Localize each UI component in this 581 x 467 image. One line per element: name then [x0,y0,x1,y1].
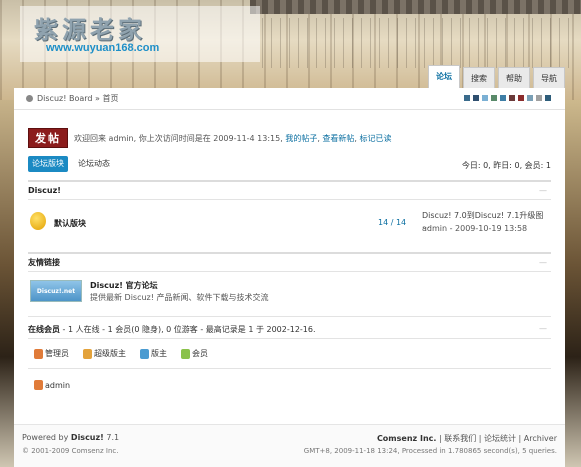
online-user-name[interactable]: admin [45,381,70,390]
moderator-user-icon [140,348,149,359]
site-stats: 今日: 0, 昨日: 0, 会员: 1 [461,161,551,170]
side-decoration-left [0,100,14,467]
main-panel: Discuz! Board » 首页 发帖 欢迎回来 admin, 你上次访问时… [14,88,565,467]
online-user: admin [34,380,70,390]
style-swatch[interactable] [464,95,470,101]
divider [28,316,551,317]
category-title[interactable]: Discuz! [28,186,61,195]
style-swatch[interactable] [491,95,497,101]
friend-link: Discuz!.net Discuz! 官方论坛 提供最新 Discuz! 产品… [28,276,551,306]
my-posts-link[interactable]: 我的帖子 [285,134,317,143]
footer-links: Comsenz Inc. | 联系我们 | 论坛统计 | Archiver [377,433,557,444]
roof-decoration [250,0,581,14]
top-nav: 论坛 搜索 帮助 导航 [428,65,565,89]
link-description: 提供最新 Discuz! 产品新闻、软件下载与技术交流 [90,293,269,302]
online-title[interactable]: 在线会员 [28,325,60,334]
processing-info: GMT+8, 2009-11-18 13:24, Processed in 1.… [303,447,557,455]
style-swatch[interactable] [545,95,551,101]
legend-member: 会员 [181,348,208,359]
breadcrumb[interactable]: Discuz! Board » 首页 [37,93,118,104]
links-header: 友情链接 — [28,252,551,272]
last-post-meta[interactable]: admin - 2009-10-19 13:58 [422,224,527,233]
legend-admin: 管理员 [34,348,69,359]
links-title: 友情链接 [28,258,60,267]
divider [28,338,551,339]
tab-forum[interactable]: 论坛 [428,65,460,89]
discuz-logo[interactable]: Discuz!.net [30,280,82,302]
logo-title: 紫源老家 [34,15,146,44]
tab-forum-boards[interactable]: 论坛版块 [28,156,68,172]
divider [28,368,551,369]
collapse-icon[interactable]: — [539,324,551,333]
copyright: © 2001-2009 Comsenz Inc. [22,447,119,455]
style-swatch[interactable] [527,95,533,101]
style-swatch[interactable] [500,95,506,101]
side-decoration-right [565,100,581,467]
forum-status-icon [30,212,46,230]
forum-row: 默认版块 14 / 14 Discuz! 7.0到Discuz! 7.1升级图 … [28,204,551,242]
admin-user-icon [34,348,43,359]
tab-forum-activity[interactable]: 论坛动态 [74,156,114,172]
calligraphy-scroll [262,18,577,68]
style-swatch[interactable] [518,95,524,101]
home-icon [26,95,33,102]
collapse-icon[interactable]: — [539,186,551,195]
forum-post-count: 14 / 14 [378,218,407,227]
style-swatch[interactable] [482,95,488,101]
new-post-button[interactable]: 发帖 [28,128,68,148]
welcome-text: 欢迎回来 admin, 你上次访问时间是在 2009-11-4 13:15, 我… [74,133,392,143]
style-swatch[interactable] [473,95,479,101]
tab-help[interactable]: 帮助 [498,67,530,89]
discuz-link[interactable]: Discuz! [71,433,104,442]
footer-nav-links[interactable]: | 联系我们 | 论坛统计 | Archiver [436,434,557,443]
footer: Powered by Discuz! 7.1 © 2001-2009 Comse… [14,424,565,467]
category-header: Discuz! — [28,180,551,200]
tab-search[interactable]: 搜索 [463,67,495,89]
online-summary-text: - 1 人在线 - 1 会员(0 隐身), 0 位游客 - 最高记录是 1 于 … [60,325,316,334]
logo-url: www.wuyuan168.com [46,42,160,54]
link-name[interactable]: Discuz! 官方论坛 [90,280,158,291]
new-posts-link[interactable]: 查看新帖 [322,134,354,143]
welcome-bar: 发帖 欢迎回来 admin, 你上次访问时间是在 2009-11-4 13:15… [28,128,392,148]
forum-name[interactable]: 默认版块 [54,218,86,229]
welcome-message: 欢迎回来 admin, 你上次访问时间是在 2009-11-4 13:15, [74,133,286,143]
collapse-icon[interactable]: — [539,258,551,267]
legend-moderator: 版主 [140,348,167,359]
super-moderator-user-icon [83,348,92,359]
style-swatch[interactable] [509,95,515,101]
legend-super-moderator: 超级版主 [83,348,126,359]
style-swatch[interactable] [536,95,542,101]
powered-by: Powered by Discuz! 7.1 [22,433,120,442]
company-link[interactable]: Comsenz Inc. [377,434,436,443]
tab-navigation[interactable]: 导航 [533,67,565,89]
style-switcher [464,95,551,101]
user-group-legend: 管理员 超级版主 版主 会员 [34,348,208,359]
member-user-icon [181,348,190,359]
admin-user-icon [34,380,43,390]
forum-subtabs: 论坛版块 论坛动态 [28,156,120,172]
online-summary: 在线会员 - 1 人在线 - 1 会员(0 隐身), 0 位游客 - 最高记录是… [28,324,316,335]
mark-read-link[interactable]: 标记已读 [360,134,392,143]
